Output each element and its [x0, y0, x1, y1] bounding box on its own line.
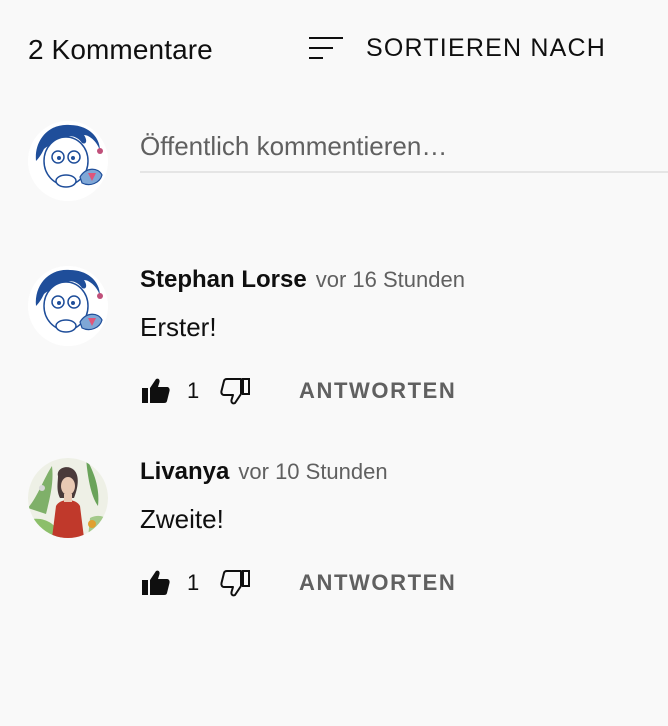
comment-actions: 1 ANTWORTEN [140, 565, 668, 601]
sort-label: SORTIEREN NACH [366, 33, 606, 62]
comment-author[interactable]: Stephan Lorse [140, 266, 307, 294]
comment-item: Stephan Lorse vor 16 Stunden Erster! 1 A… [28, 266, 668, 426]
comment-input[interactable] [140, 121, 668, 173]
reply-button[interactable]: ANTWORTEN [299, 570, 456, 596]
like-count: 1 [187, 378, 200, 403]
comment-time[interactable]: vor 16 Stunden [316, 267, 465, 293]
comment-item: Livanya vor 10 Stunden Zweite! 1 ANTWORT… [28, 458, 668, 618]
avatar[interactable] [28, 458, 108, 538]
comment-actions: 1 ANTWORTEN [140, 373, 668, 409]
reply-button[interactable]: ANTWORTEN [299, 378, 456, 404]
comments-header: 2 Kommentare SORTIEREN NACH [28, 28, 668, 72]
dislike-button[interactable] [219, 375, 251, 407]
thumbs-up-icon [142, 570, 170, 595]
comment-meta: Stephan Lorse vor 16 Stunden [140, 266, 668, 296]
like-count: 1 [187, 570, 200, 595]
sort-icon [309, 37, 343, 59]
avatar[interactable] [28, 266, 108, 346]
dislike-button[interactable] [219, 567, 251, 599]
sort-button[interactable]: SORTIEREN NACH [307, 28, 606, 68]
comment-meta: Livanya vor 10 Stunden [140, 458, 668, 488]
like-button[interactable] [140, 567, 172, 599]
avatar [28, 121, 108, 201]
comment-body: Stephan Lorse vor 16 Stunden Erster! 1 A… [140, 266, 668, 409]
comment-text: Zweite! [140, 504, 224, 534]
like-button[interactable] [140, 375, 172, 407]
thumbs-up-icon [142, 378, 170, 403]
comment-text: Erster! [140, 312, 217, 342]
comment-author[interactable]: Livanya [140, 458, 229, 486]
comment-time[interactable]: vor 10 Stunden [238, 459, 387, 485]
comment-count: 2 Kommentare [28, 34, 213, 65]
user-avatar-icon [28, 458, 108, 538]
user-avatar-icon [28, 121, 108, 201]
thumbs-down-icon [220, 570, 250, 597]
user-avatar-icon [28, 266, 108, 346]
thumbs-down-icon [220, 378, 250, 405]
comment-body: Livanya vor 10 Stunden Zweite! 1 ANTWORT… [140, 458, 668, 601]
comment-composer [28, 121, 668, 211]
